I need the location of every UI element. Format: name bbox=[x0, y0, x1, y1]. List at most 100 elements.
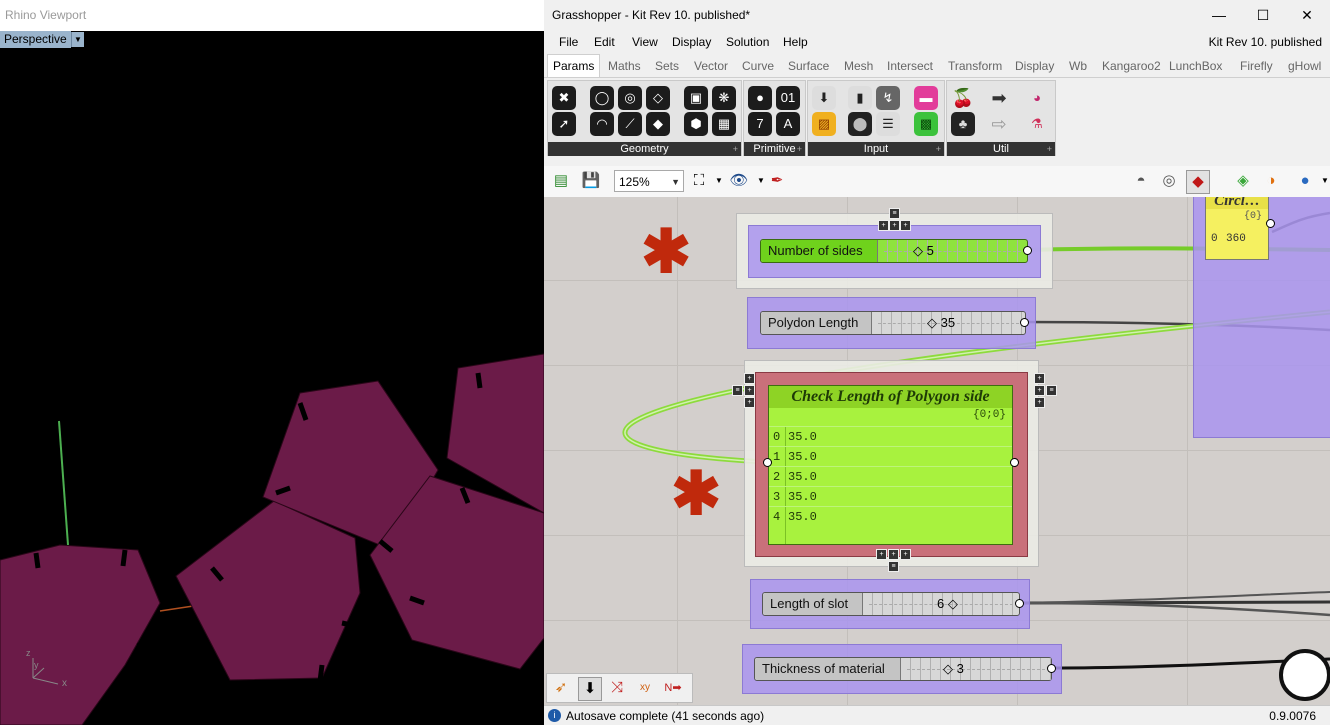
value-list-icon[interactable]: ☰ bbox=[876, 112, 900, 136]
flask-icon[interactable]: ⚗ bbox=[1025, 112, 1049, 136]
menu-edit[interactable]: Edit bbox=[594, 31, 615, 53]
n-arrow-icon[interactable]: N➡ bbox=[662, 677, 684, 699]
tab-ghowl[interactable]: gHowl bbox=[1288, 55, 1321, 77]
minimize-button[interactable]: — bbox=[1196, 0, 1242, 31]
handle-icon[interactable]: + bbox=[744, 397, 755, 408]
zoom-extents-dropdown-icon[interactable]: ▼ bbox=[708, 170, 730, 192]
tab-wb[interactable]: Wb bbox=[1069, 55, 1087, 77]
polygon-length-slider[interactable]: Polydon Length ◇ 35 bbox=[760, 311, 1026, 335]
group-handles-top[interactable]: ≡ + + + bbox=[878, 208, 911, 232]
zoom-extents-icon[interactable]: ⛶ bbox=[688, 170, 710, 192]
line-param-icon[interactable]: ⟋ bbox=[618, 112, 642, 136]
handle-icon[interactable]: + bbox=[889, 220, 900, 231]
check-length-panel[interactable]: Check Length of Polygon side {0;0} 0 35.0… bbox=[768, 385, 1013, 545]
document-preview-icon[interactable]: ◈ bbox=[1232, 170, 1254, 192]
vector-param-icon[interactable]: ➚ bbox=[552, 112, 576, 136]
cherry-picker-icon[interactable]: 🍒 bbox=[951, 86, 975, 110]
preview-selected-icon[interactable]: ◆ bbox=[1186, 170, 1210, 194]
handle-icon[interactable]: + bbox=[876, 549, 887, 560]
slider-track[interactable] bbox=[901, 658, 1051, 680]
curve-param-icon[interactable]: ◠ bbox=[590, 112, 614, 136]
xy-icon[interactable]: xy bbox=[634, 677, 656, 699]
mesh-param-icon[interactable]: ❋ bbox=[712, 86, 736, 110]
preview-shaded-icon[interactable]: ◎ bbox=[1158, 170, 1180, 192]
handle-icon[interactable]: + bbox=[1034, 385, 1045, 396]
handle-icon[interactable]: + bbox=[900, 549, 911, 560]
handle-icon[interactable]: ≡ bbox=[888, 561, 899, 572]
handle-icon[interactable]: ≡ bbox=[732, 385, 743, 396]
tree-icon[interactable]: ♣ bbox=[951, 112, 975, 136]
hollow-arrow-icon[interactable]: ⇨ bbox=[987, 112, 1011, 136]
number-of-sides-output-port[interactable] bbox=[1023, 246, 1032, 255]
circle-param-icon[interactable]: ◯ bbox=[590, 86, 614, 110]
handle-icon[interactable]: + bbox=[1034, 397, 1045, 408]
circle-component[interactable]: Circl… {0} 0 360 bbox=[1205, 197, 1269, 260]
gradient-icon[interactable]: ▨ bbox=[812, 112, 836, 136]
galapagos-icon[interactable]: ◕ bbox=[1025, 86, 1049, 110]
handle-icon[interactable]: + bbox=[878, 220, 889, 231]
plane-param-icon[interactable]: ◇ bbox=[646, 86, 670, 110]
tab-sets[interactable]: Sets bbox=[655, 55, 679, 77]
graph-mapper-icon[interactable]: ↯ bbox=[876, 86, 900, 110]
data-input-icon[interactable]: ⬇ bbox=[578, 677, 602, 701]
toggle-icon[interactable]: ⬤ bbox=[848, 112, 872, 136]
sketch-pen-icon[interactable]: ✒ bbox=[766, 170, 788, 192]
panel-input-port[interactable] bbox=[763, 458, 772, 467]
sphere-dropdown-icon[interactable]: ▼ bbox=[1314, 170, 1330, 192]
field-param-icon[interactable]: ▦ bbox=[712, 112, 736, 136]
fancy-wires-icon[interactable]: ⤨ bbox=[606, 677, 628, 699]
tab-surface[interactable]: Surface bbox=[788, 55, 829, 77]
handle-icon[interactable]: ≡ bbox=[1046, 385, 1057, 396]
tab-intersect[interactable]: Intersect bbox=[887, 55, 933, 77]
surface-param-icon[interactable]: ◆ bbox=[646, 112, 670, 136]
handle-icon[interactable]: + bbox=[1034, 373, 1045, 384]
text-param-icon[interactable]: A bbox=[776, 112, 800, 136]
circle-output-port[interactable] bbox=[1266, 219, 1275, 228]
point-param-icon[interactable]: ✖ bbox=[552, 86, 576, 110]
tab-kangaroo2[interactable]: Kangaroo2 bbox=[1102, 55, 1161, 77]
maximize-button[interactable]: ☐ bbox=[1240, 0, 1286, 31]
tab-transform[interactable]: Transform bbox=[948, 55, 1002, 77]
handle-icon[interactable]: + bbox=[888, 549, 899, 560]
tab-maths[interactable]: Maths bbox=[608, 55, 641, 77]
polygon-length-output-port[interactable] bbox=[1020, 318, 1029, 327]
handle-icon[interactable]: + bbox=[900, 220, 911, 231]
preview-wireframe-icon[interactable]: ◓ bbox=[1130, 170, 1152, 192]
length-of-slot-slider[interactable]: Length of slot 6 ◇ bbox=[762, 592, 1020, 616]
tab-curve[interactable]: Curve bbox=[742, 55, 774, 77]
handle-icon[interactable]: ≡ bbox=[889, 208, 900, 219]
group-label-input[interactable]: Input + bbox=[808, 142, 944, 156]
boolean-param-icon[interactable]: ● bbox=[748, 86, 772, 110]
swatch-icon[interactable]: ▬ bbox=[914, 86, 938, 110]
number-param-icon[interactable]: 7 bbox=[748, 112, 772, 136]
arc-param-icon[interactable]: ◎ bbox=[618, 86, 642, 110]
tab-params[interactable]: Params bbox=[547, 54, 601, 77]
handle-icon[interactable]: + bbox=[744, 385, 755, 396]
wire-display-icon[interactable]: ➶ bbox=[550, 677, 572, 699]
gh-canvas[interactable]: Circl… {0} 0 360 Number of sides ◇ 5 ≡ +… bbox=[544, 197, 1330, 705]
group-label-geometry[interactable]: Geometry + bbox=[548, 142, 741, 156]
open-file-icon[interactable]: ▤ bbox=[550, 170, 572, 192]
tab-lunchbox[interactable]: LunchBox bbox=[1169, 55, 1222, 77]
thickness-output-port[interactable] bbox=[1047, 664, 1056, 673]
brep-param-icon[interactable]: ⬢ bbox=[684, 112, 708, 136]
box-param-icon[interactable]: ▣ bbox=[684, 86, 708, 110]
slider-track[interactable] bbox=[878, 240, 1027, 262]
menu-file[interactable]: File bbox=[559, 31, 578, 53]
viewport-menu-arrow-icon[interactable]: ▼ bbox=[71, 32, 84, 47]
named-views-eye-icon[interactable]: 👁 bbox=[728, 170, 750, 192]
save-icon[interactable]: 💾 bbox=[580, 170, 602, 192]
tab-vector[interactable]: Vector bbox=[694, 55, 728, 77]
group-label-util[interactable]: Util + bbox=[947, 142, 1055, 156]
relay-arrow-icon[interactable]: ➡ bbox=[987, 86, 1011, 110]
viewport-label[interactable]: Perspective bbox=[0, 31, 71, 48]
thickness-slider[interactable]: Thickness of material ◇ 3 bbox=[754, 657, 1052, 681]
dial-component[interactable] bbox=[1279, 649, 1330, 701]
menu-view[interactable]: View bbox=[632, 31, 658, 53]
data-input-icon[interactable]: ⬇ bbox=[812, 86, 836, 110]
button-input-icon[interactable]: ▮ bbox=[848, 86, 872, 110]
group-label-primitive[interactable]: Primitive + bbox=[744, 142, 805, 156]
preview-mesh-quality-icon[interactable]: ◑ bbox=[1260, 170, 1282, 192]
tab-firefly[interactable]: Firefly bbox=[1240, 55, 1273, 77]
rhino-viewport[interactable]: Rhino Viewport Perspective ▼ z y x bbox=[0, 0, 544, 725]
